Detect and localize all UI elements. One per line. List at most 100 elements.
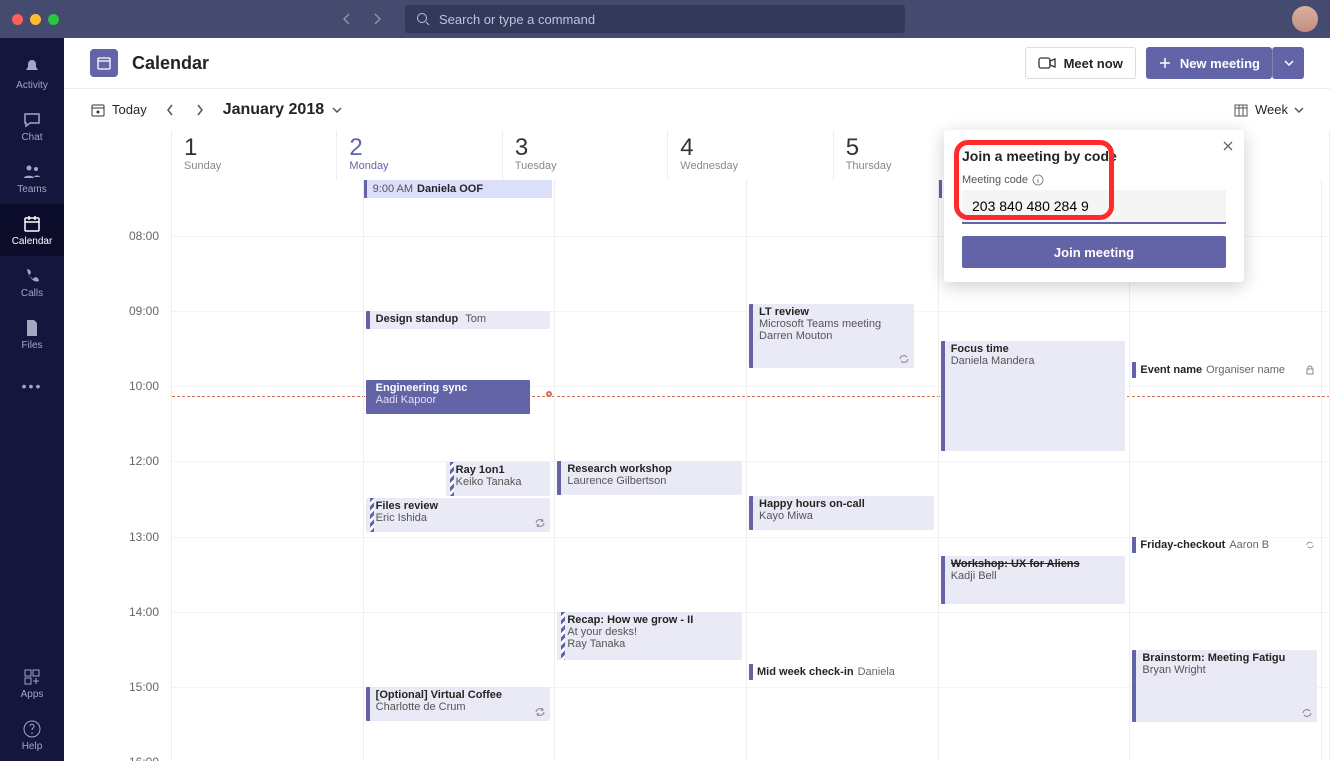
view-picker[interactable]: Week	[1233, 102, 1304, 118]
more-icon: •••	[22, 378, 43, 394]
event[interactable]: Brainstorm: Meeting Fatigu Bryan Wright	[1132, 650, 1317, 722]
close-window-icon[interactable]	[12, 14, 23, 25]
rail-label: Chat	[21, 132, 42, 143]
meeting-code-input[interactable]	[962, 190, 1226, 224]
maximize-window-icon[interactable]	[48, 14, 59, 25]
event[interactable]: [Optional] Virtual Coffee Charlotte de C…	[366, 687, 551, 721]
meet-now-button[interactable]: Meet now	[1025, 47, 1136, 79]
chevron-down-icon	[332, 107, 342, 113]
meet-now-label: Meet now	[1064, 56, 1123, 71]
recurring-icon	[1305, 540, 1315, 550]
month-label-text: January 2018	[223, 101, 324, 119]
col-sun[interactable]	[172, 180, 364, 761]
search-placeholder: Search or type a command	[439, 12, 595, 27]
event[interactable]: Ray 1on1 Keiko Tanaka	[446, 462, 551, 496]
close-popover-button[interactable]	[1222, 140, 1234, 152]
search-icon	[415, 11, 431, 27]
minimize-window-icon[interactable]	[30, 14, 41, 25]
today-label: Today	[112, 102, 147, 117]
day-header-sun[interactable]: 1Sunday	[172, 130, 337, 180]
calendar-icon	[22, 214, 42, 234]
meeting-code-label: Meeting code	[962, 174, 1226, 186]
recurring-icon	[1301, 707, 1313, 719]
rail-teams[interactable]: Teams	[0, 152, 64, 204]
rail-activity[interactable]: Activity	[0, 48, 64, 100]
app-rail: Activity Chat Teams Calendar Calls Files…	[0, 38, 64, 761]
rail-chat[interactable]: Chat	[0, 100, 64, 152]
page-title: Calendar	[132, 53, 209, 74]
hour-label: 15:00	[129, 680, 159, 694]
event[interactable]: Recap: How we grow - II At your desks! R…	[557, 612, 742, 660]
event[interactable]: Engineering sync Aadi Kapoor	[366, 380, 531, 414]
rail-help[interactable]: Help	[0, 709, 64, 761]
new-meeting-label: New meeting	[1180, 56, 1260, 71]
rail-calendar[interactable]: Calendar	[0, 204, 64, 256]
month-picker[interactable]: January 2018	[223, 101, 342, 119]
event[interactable]: Design standup Tom	[366, 311, 551, 329]
event[interactable]: Friday-checkout Aaron B	[1132, 537, 1319, 553]
new-meeting-button[interactable]: New meeting	[1146, 47, 1272, 79]
rail-apps[interactable]: Apps	[0, 657, 64, 709]
now-marker-icon	[546, 391, 552, 397]
hour-label: 10:00	[129, 379, 159, 393]
history-nav	[339, 11, 385, 27]
time-gutter: 08:00 09:00 10:00 12:00 13:00 14:00 15:0…	[64, 180, 172, 761]
col-tue[interactable]: Research workshop Laurence Gilbertson Re…	[555, 180, 747, 761]
rail-label: Teams	[17, 184, 46, 195]
event[interactable]: Event name Organiser name	[1132, 362, 1319, 378]
event[interactable]: Workshop: UX for Aliens Kadji Bell	[941, 556, 1126, 604]
recurring-icon	[534, 706, 546, 718]
video-icon	[1038, 56, 1056, 70]
next-week-icon[interactable]	[195, 103, 205, 117]
hour-label: 16:00	[129, 755, 159, 761]
page-header: Calendar Meet now New meeting	[64, 38, 1330, 88]
apps-icon	[22, 667, 42, 687]
week-view-icon	[1233, 102, 1249, 118]
col-mon[interactable]: 9:00 AM Daniela OOF Design standup Tom E…	[364, 180, 556, 761]
recurring-icon	[898, 353, 910, 365]
rail-more[interactable]: •••	[0, 360, 64, 412]
col-wed[interactable]: LT review Microsoft Teams meeting Darren…	[747, 180, 939, 761]
title-bar: Search or type a command	[0, 0, 1330, 38]
rail-label: Calls	[21, 288, 43, 299]
teams-icon	[22, 162, 42, 182]
chevron-down-icon	[1294, 107, 1304, 113]
rail-label: Help	[22, 741, 43, 752]
forward-icon[interactable]	[369, 11, 385, 27]
bell-icon	[22, 58, 42, 78]
help-icon	[22, 719, 42, 739]
prev-week-icon[interactable]	[165, 103, 175, 117]
day-header-wed[interactable]: 4Wednesday	[668, 130, 833, 180]
hour-label: 14:00	[129, 605, 159, 619]
new-meeting-dropdown[interactable]	[1272, 47, 1304, 79]
rail-files[interactable]: Files	[0, 308, 64, 360]
rail-calls[interactable]: Calls	[0, 256, 64, 308]
event-allday[interactable]: 9:00 AM Daniela OOF	[364, 180, 553, 198]
join-meeting-button[interactable]: Join meeting	[962, 236, 1226, 268]
close-icon	[1222, 140, 1234, 152]
chat-icon	[22, 110, 42, 130]
day-header-mon[interactable]: 2Monday	[337, 130, 502, 180]
hour-label: 13:00	[129, 530, 159, 544]
day-header-tue[interactable]: 3Tuesday	[503, 130, 668, 180]
event[interactable]: Happy hours on-call Kayo Miwa	[749, 496, 934, 530]
main-area: Calendar Meet now New meeting	[64, 38, 1330, 761]
today-button[interactable]: Today	[90, 102, 147, 118]
avatar[interactable]	[1292, 6, 1318, 32]
event[interactable]: Mid week check-in Daniela	[749, 664, 936, 680]
rail-label: Activity	[16, 80, 48, 91]
col-sat[interactable]	[1322, 180, 1330, 761]
search-bar[interactable]: Search or type a command	[405, 5, 905, 33]
event[interactable]: Files review Eric Ishida	[366, 498, 551, 532]
event[interactable]: Research workshop Laurence Gilbertson	[557, 461, 742, 495]
file-icon	[22, 318, 42, 338]
private-icon	[1305, 365, 1315, 375]
info-icon[interactable]	[1032, 174, 1044, 186]
recurring-icon	[534, 517, 546, 529]
back-icon[interactable]	[339, 11, 355, 27]
event[interactable]: Focus time Daniela Mandera	[941, 341, 1126, 451]
rail-label: Calendar	[12, 236, 53, 247]
event[interactable]: LT review Microsoft Teams meeting Darren…	[749, 304, 914, 368]
rail-label: Apps	[21, 689, 44, 700]
popover-title: Join a meeting by code	[962, 148, 1226, 164]
